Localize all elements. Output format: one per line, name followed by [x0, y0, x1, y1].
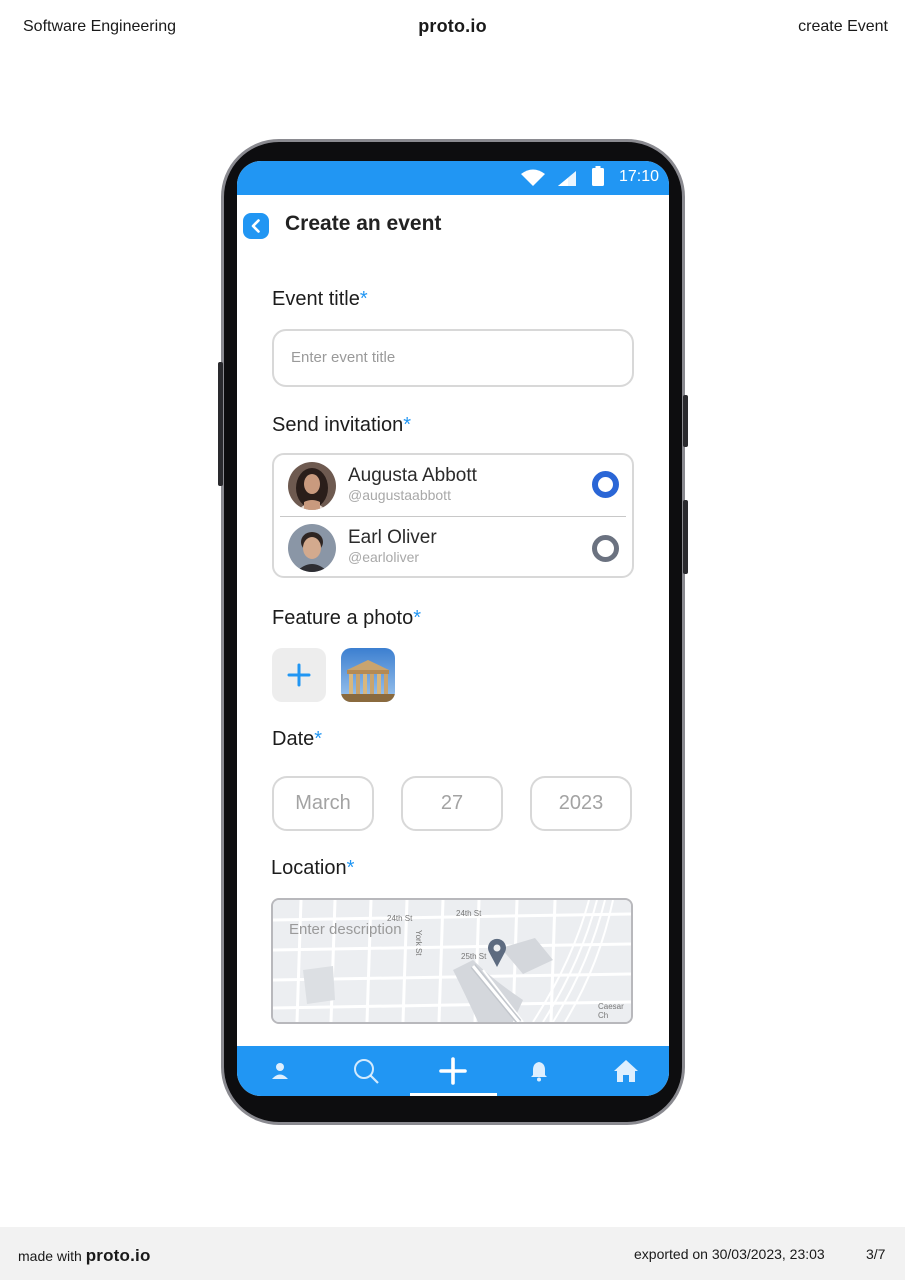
send-invitation-label-text: Send invitation: [272, 414, 404, 436]
bell-icon: [531, 1062, 547, 1082]
send-invitation-label: Send invitation*: [272, 414, 411, 437]
invitee-row[interactable]: Augusta Abbott @augustaabbott: [274, 455, 632, 515]
battery-icon: [592, 166, 604, 191]
feature-photo-label: Feature a photo*: [272, 607, 421, 630]
made-with-label: made with proto.io: [18, 1246, 151, 1266]
wifi-icon: [520, 169, 546, 192]
footer-brand-logo: proto.io: [85, 1246, 151, 1265]
map-streets: [273, 900, 631, 1022]
brand-logo: proto.io: [418, 16, 487, 36]
nav-create[interactable]: [410, 1046, 496, 1096]
map-street-label: 25th St: [461, 952, 487, 961]
invitee-radio-unselected[interactable]: [592, 535, 619, 562]
nav-search[interactable]: [323, 1046, 409, 1096]
avatar: [288, 462, 336, 510]
year-select[interactable]: 2023: [530, 776, 632, 831]
status-time: 17:10: [618, 168, 659, 185]
month-select[interactable]: March: [272, 776, 374, 831]
feature-photo-label-text: Feature a photo: [272, 607, 414, 629]
required-mark: *: [359, 288, 368, 310]
status-bar: 17:10: [237, 161, 669, 195]
location-map[interactable]: 24th St 24th St 25th St York St Caesar C…: [271, 898, 633, 1024]
plus-icon: [439, 1057, 467, 1085]
invitee-list: Augusta Abbott @augustaabbott Earl Olive…: [272, 453, 634, 578]
event-title-label: Event title*: [272, 288, 368, 311]
chevron-left-icon: [251, 219, 260, 233]
invitee-radio-selected[interactable]: [592, 471, 619, 498]
screen-name: create Event: [798, 18, 888, 35]
location-label: Location*: [271, 857, 354, 880]
search-icon: [354, 1059, 379, 1084]
export-footer: made with proto.io exported on 30/03/202…: [0, 1227, 905, 1280]
invitee-name: Augusta Abbott: [348, 465, 477, 486]
avatar: [288, 524, 336, 572]
export-timestamp: exported on 30/03/2023, 23:03: [634, 1246, 825, 1262]
made-with-text: made with: [18, 1248, 82, 1264]
active-tab-indicator: [410, 1093, 497, 1096]
invitee-handle: @earloliver: [348, 549, 420, 565]
bottom-navigation: [237, 1046, 669, 1096]
date-label: Date*: [272, 728, 322, 751]
photo-thumbnail[interactable]: [341, 648, 395, 702]
nav-profile[interactable]: [237, 1046, 323, 1096]
back-button[interactable]: [243, 213, 269, 239]
home-icon: [614, 1060, 638, 1082]
add-photo-button[interactable]: [272, 648, 326, 702]
plus-icon: [287, 663, 311, 687]
day-select[interactable]: 27: [401, 776, 503, 831]
map-street-label: 24th St: [456, 909, 482, 918]
event-title-input[interactable]: Enter event title: [272, 329, 634, 387]
date-label-text: Date: [272, 728, 315, 750]
map-street-label: Caesar Ch: [598, 1002, 624, 1020]
signal-icon: [557, 170, 577, 192]
phone-side-button-left: [218, 362, 223, 486]
map-pin-icon: [487, 938, 507, 973]
phone-power-button: [683, 500, 688, 574]
phone-volume-up-button: [683, 395, 688, 447]
location-label-text: Location: [271, 857, 347, 879]
invitee-name: Earl Oliver: [348, 527, 437, 548]
required-mark: *: [314, 728, 323, 750]
invitee-row[interactable]: Earl Oliver @earloliver: [274, 517, 632, 577]
required-mark: *: [403, 414, 411, 436]
location-description-input[interactable]: Enter description: [289, 921, 402, 938]
required-mark: *: [413, 607, 422, 629]
page-title: Create an event: [285, 212, 442, 235]
invitee-handle: @augustaabbott: [348, 487, 451, 503]
map-street-label: York St: [414, 930, 423, 956]
event-title-label-text: Event title: [272, 288, 360, 310]
nav-home[interactable]: [583, 1046, 669, 1096]
page-counter: 3/7: [866, 1246, 886, 1262]
phone-screen: 17:10 Create an event Event title* Enter…: [237, 161, 669, 1096]
nav-notifications[interactable]: [496, 1046, 582, 1096]
required-mark: *: [346, 857, 355, 879]
person-icon: [272, 1063, 288, 1079]
